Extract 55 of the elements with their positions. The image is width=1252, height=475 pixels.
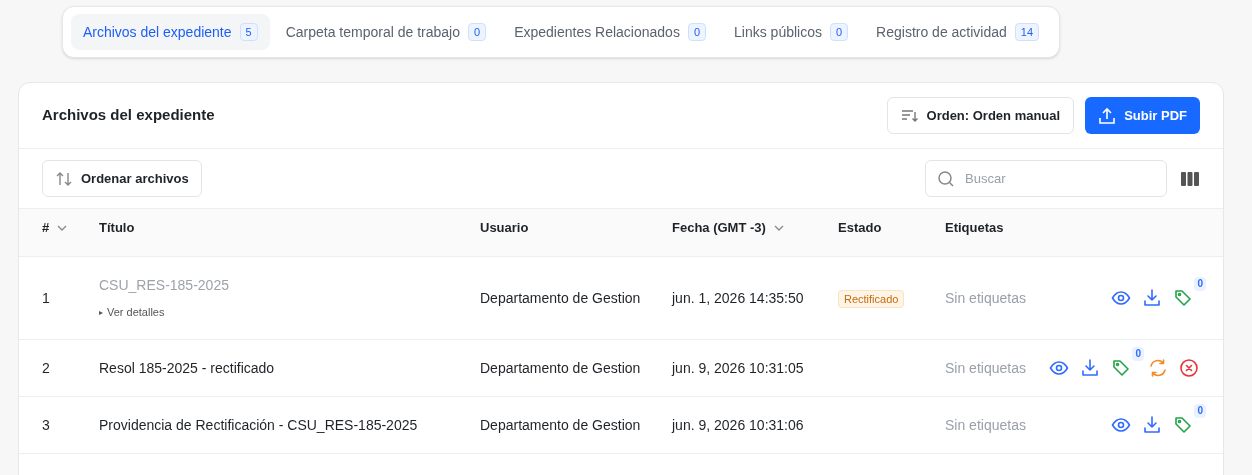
tab[interactable]: Expedientes Relacionados 0 bbox=[502, 14, 719, 50]
sort-files-button[interactable]: Ordenar archivos bbox=[42, 160, 202, 197]
download-icon[interactable] bbox=[1080, 358, 1100, 378]
panel-title: Archivos del expediente bbox=[42, 105, 215, 126]
file-title: Providencia de Rectificación - CSU_RES-185-2025 bbox=[99, 415, 419, 435]
eye-icon[interactable] bbox=[1111, 415, 1131, 435]
row-number: 2 bbox=[42, 358, 51, 378]
table-cell-text: Departamento de Gestion bbox=[480, 415, 642, 435]
table-cell-text: jun. 1, 2026 14:35:50 bbox=[672, 288, 805, 308]
upload-button[interactable]: Subir PDF bbox=[1085, 97, 1200, 134]
tab[interactable]: Carpeta temporal de trabajo 0 bbox=[273, 14, 499, 50]
download-icon[interactable] bbox=[1142, 415, 1162, 435]
tab[interactable]: Registro de actividad 14 bbox=[864, 14, 1052, 50]
download-icon[interactable] bbox=[1142, 288, 1162, 308]
refresh-icon[interactable] bbox=[1148, 358, 1168, 378]
chevron-down-icon bbox=[57, 224, 68, 231]
row-number: 3 bbox=[42, 415, 51, 435]
tab[interactable]: Archivos del expediente 5 bbox=[70, 14, 270, 50]
chevron-down-icon bbox=[773, 224, 784, 231]
tab[interactable]: Links públicos 0 bbox=[722, 14, 861, 50]
table-cell-text: jun. 9, 2026 10:31:06 bbox=[672, 415, 805, 435]
table-cell-text: Departamento de Gestion bbox=[480, 358, 642, 378]
table-cell-text: Departamento de Gestion bbox=[480, 288, 642, 308]
tags-text: Sin etiquetas bbox=[945, 415, 1026, 435]
column-header[interactable]: # bbox=[42, 217, 68, 238]
count-badge: 14 bbox=[1014, 23, 1040, 41]
count-badge: 0 bbox=[468, 23, 487, 41]
table-cell-text: jun. 9, 2026 10:31:05 bbox=[672, 358, 805, 378]
tags-text: Sin etiquetas bbox=[945, 288, 1026, 308]
count-badge: 0 bbox=[687, 23, 707, 41]
close-circle-icon[interactable] bbox=[1179, 358, 1199, 378]
count-badge: 5 bbox=[239, 23, 258, 41]
details-toggle[interactable]: ▸ Ver detalles bbox=[99, 304, 480, 321]
column-header: Etiquetas bbox=[945, 218, 1004, 237]
column-header: Título bbox=[99, 218, 135, 237]
search-field[interactable]: Buscar bbox=[925, 160, 1167, 197]
column-header: Usuario bbox=[480, 218, 529, 237]
column-header[interactable]: Fecha (GMT -3) bbox=[672, 217, 784, 238]
eye-icon[interactable] bbox=[1111, 288, 1131, 308]
order-button[interactable]: Orden: Orden manual bbox=[886, 97, 1075, 134]
upload-icon bbox=[1098, 106, 1117, 125]
status-badge: Rectificado bbox=[838, 289, 905, 308]
columns-icon[interactable] bbox=[1181, 170, 1199, 187]
search-icon bbox=[937, 170, 955, 188]
tags-text: Sin etiquetas bbox=[945, 358, 1026, 378]
tag-count-badge: 0 bbox=[1194, 277, 1206, 291]
count-badge: 0 bbox=[829, 23, 849, 41]
column-header: Estado bbox=[838, 218, 882, 237]
file-title: Resol 185-2025 - rectificado bbox=[99, 358, 276, 378]
eye-icon[interactable] bbox=[1049, 358, 1069, 378]
file-title: CSU_RES-185-2025 bbox=[99, 276, 230, 296]
sort-lines-icon bbox=[900, 107, 919, 124]
tag-count-badge: 0 bbox=[1132, 347, 1144, 361]
row-number: 1 bbox=[42, 288, 51, 308]
tag-count-badge: 0 bbox=[1194, 404, 1206, 418]
